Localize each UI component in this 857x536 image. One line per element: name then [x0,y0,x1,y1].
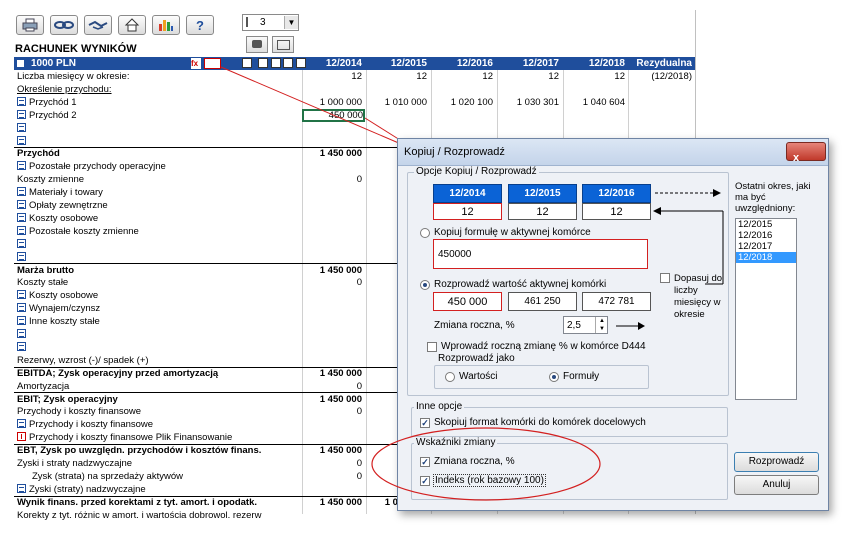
distribute-label: Rozprowadź wartość aktywnej komórki [434,279,607,290]
distribute-value-2: 461 250 [508,292,577,311]
last-period-option[interactable]: 12/2017 [736,241,796,252]
last-period-option[interactable]: 12/2016 [736,230,796,241]
close-icon: x [793,152,800,164]
distribute-radio[interactable] [420,280,430,290]
copy-distribute-dialog: Kopiuj / Rozprowadź x Opcje Kopiuj / Roz… [371,138,829,511]
period-months-2015: 12 [508,203,577,220]
period-months-2016: 12 [582,203,651,220]
annual-change-value: 2,5 [567,320,581,331]
as-formulas-label: Formuły [563,371,600,382]
annual-change-label: Zmiana roczna, % [434,320,515,331]
as-values-label: Wartości [459,371,498,382]
as-formulas-radio[interactable] [549,372,559,382]
period-months-2014: 12 [433,203,502,220]
period-header-2016: 12/2016 [582,184,651,203]
formula-value: 450000 [438,249,472,260]
copy-formula-label: Kopiuj formułę w aktywnej komórce [434,227,591,238]
dialog-titlebar: Kopiuj / Rozprowadź x [398,139,828,166]
other-options-label: Inne opcje [414,401,465,412]
last-period-option-selected[interactable]: 12/2018 [736,252,796,263]
enter-annual-change-checkbox[interactable] [427,342,437,352]
distribute-button[interactable]: Rozprowadź [734,452,819,472]
distribute-as-label: Rozprowadź jako [438,353,515,364]
close-button[interactable]: x [786,142,826,164]
formula-field[interactable]: 450000 [433,239,648,269]
last-period-option[interactable]: 12/2015 [736,219,796,230]
arrow-right-icon [616,322,645,330]
last-period-listbox[interactable]: 12/2015 12/2016 12/2017 12/2018 [735,218,797,400]
last-period-label: Ostatni okres, jaki ma być uwzględniony: [735,181,811,214]
as-values-radio[interactable] [445,372,455,382]
dialog-title: Kopiuj / Rozprowadź [404,146,505,158]
distribute-value-3: 472 781 [582,292,651,311]
main-options-label: Opcje Kopiuj / Rozprowadź [414,166,539,177]
distribute-value-1: 450 000 [433,292,502,311]
spinner-down-icon[interactable]: ▼ [595,325,608,333]
annotation-ellipse [371,427,601,501]
adjust-months-label: Dopasuj do liczby miesięcy w okresie [674,273,723,320]
spinner-up-icon[interactable]: ▲ [595,317,608,325]
adjust-months-checkbox[interactable] [660,273,670,283]
annual-change-spinner[interactable]: 2,5 ▲ ▼ [563,316,608,334]
enter-annual-change-label: Wprowadź roczną zmianę % w komórce D444 [441,341,646,352]
copy-formula-radio[interactable] [420,228,430,238]
period-header-2014: 12/2014 [433,184,502,203]
period-header-2015: 12/2015 [508,184,577,203]
cancel-button[interactable]: Anuluj [734,475,819,495]
